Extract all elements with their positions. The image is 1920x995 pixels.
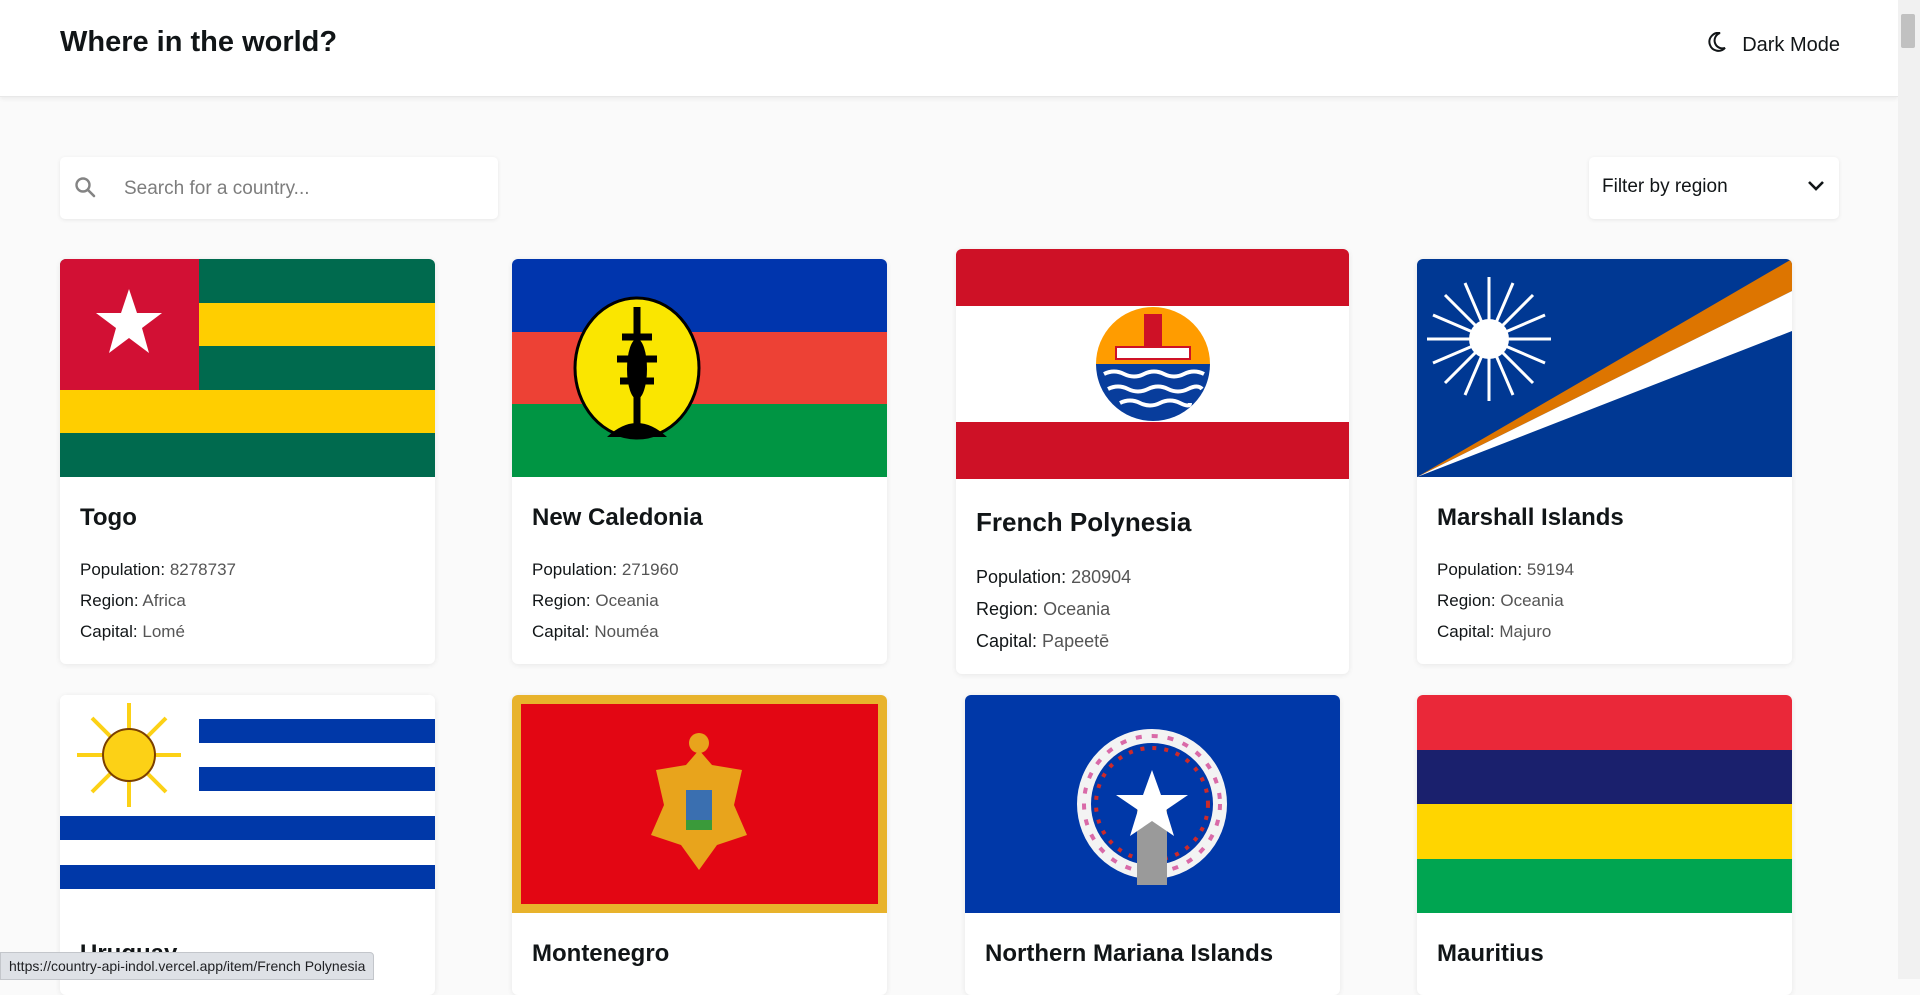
- country-info: Population: 8278737 Region: Africa Capit…: [80, 554, 236, 647]
- population-value: 271960: [621, 560, 679, 579]
- scrollbar-thumb[interactable]: [1901, 14, 1915, 48]
- country-card-mauritius[interactable]: Mauritius: [1417, 695, 1792, 995]
- country-card-french-polynesia[interactable]: French Polynesia Population: 280904 Regi…: [956, 249, 1349, 674]
- flag-uruguay: [60, 695, 435, 913]
- search-icon: [74, 176, 96, 203]
- flag-french-polynesia: [956, 249, 1349, 479]
- search-input[interactable]: [122, 157, 486, 221]
- flag-northern-mariana-islands: [965, 695, 1340, 913]
- chevron-down-icon: [1807, 179, 1825, 198]
- moon-icon: [1708, 31, 1726, 58]
- region-label: Region:: [80, 591, 139, 610]
- capital-value: Papeetē: [1042, 631, 1110, 651]
- flag-new-caledonia: [512, 259, 887, 477]
- country-name: New Caledonia: [532, 504, 703, 531]
- country-name: Togo: [80, 504, 137, 531]
- flag-mauritius: [1417, 695, 1792, 913]
- dark-mode-label: Dark Mode: [1742, 33, 1840, 56]
- population-label: Population:: [80, 560, 166, 579]
- region-value: Oceania: [1500, 591, 1564, 610]
- flag-marshall-islands: [1417, 259, 1792, 477]
- country-info: Population: 59194 Region: Oceania Capita…: [1437, 554, 1574, 647]
- population-value: 59194: [1526, 560, 1575, 579]
- capital-label: Capital:: [80, 622, 138, 641]
- country-name: Mauritius: [1437, 940, 1544, 967]
- search-box: [60, 157, 498, 221]
- country-info: Population: 280904 Region: Oceania Capit…: [976, 561, 1131, 657]
- country-name: Marshall Islands: [1437, 504, 1624, 531]
- filter-label: Filter by region: [1602, 176, 1728, 197]
- flag-togo: [60, 259, 435, 477]
- app-title: Where in the world?: [60, 26, 338, 58]
- country-card-montenegro[interactable]: Montenegro: [512, 695, 887, 995]
- country-card-uruguay[interactable]: Uruguay: [60, 695, 435, 995]
- region-label: Region:: [976, 599, 1039, 619]
- region-label: Region:: [1437, 591, 1496, 610]
- region-value: Africa: [142, 591, 186, 610]
- country-name: French Polynesia: [976, 507, 1192, 537]
- country-card-togo[interactable]: Togo Population: 8278737 Region: Africa …: [60, 259, 435, 664]
- flag-montenegro: [512, 695, 887, 913]
- capital-label: Capital:: [1437, 622, 1495, 641]
- country-card-northern-mariana-islands[interactable]: Northern Mariana Islands: [965, 695, 1340, 995]
- capital-label: Capital:: [532, 622, 590, 641]
- page-scrollbar[interactable]: [1898, 0, 1920, 979]
- population-value: 280904: [1071, 567, 1132, 587]
- capital-value: Majuro: [1499, 622, 1552, 641]
- capital-label: Capital:: [976, 631, 1038, 651]
- link-preview-status-bar: https://country-api-indol.vercel.app/ite…: [0, 952, 375, 980]
- population-label: Population:: [1437, 560, 1523, 579]
- capital-value: Nouméa: [594, 622, 659, 641]
- population-value: 8278737: [169, 560, 236, 579]
- region-filter-dropdown[interactable]: Filter by region: [1589, 157, 1839, 219]
- region-value: Oceania: [595, 591, 659, 610]
- capital-value: Lomé: [142, 622, 185, 641]
- population-label: Population:: [976, 567, 1067, 587]
- country-info: Population: 271960 Region: Oceania Capit…: [532, 554, 679, 647]
- country-card-marshall-islands[interactable]: Marshall Islands Population: 59194 Regio…: [1417, 259, 1792, 664]
- country-card-new-caledonia[interactable]: New Caledonia Population: 271960 Region:…: [512, 259, 887, 664]
- country-name: Montenegro: [532, 940, 670, 967]
- country-name: Northern Mariana Islands: [985, 940, 1274, 967]
- region-label: Region:: [532, 591, 591, 610]
- population-label: Population:: [532, 560, 618, 579]
- region-value: Oceania: [1043, 599, 1111, 619]
- dark-mode-toggle[interactable]: Dark Mode: [1708, 31, 1840, 58]
- app-header: Where in the world? Dark Mode: [0, 0, 1898, 97]
